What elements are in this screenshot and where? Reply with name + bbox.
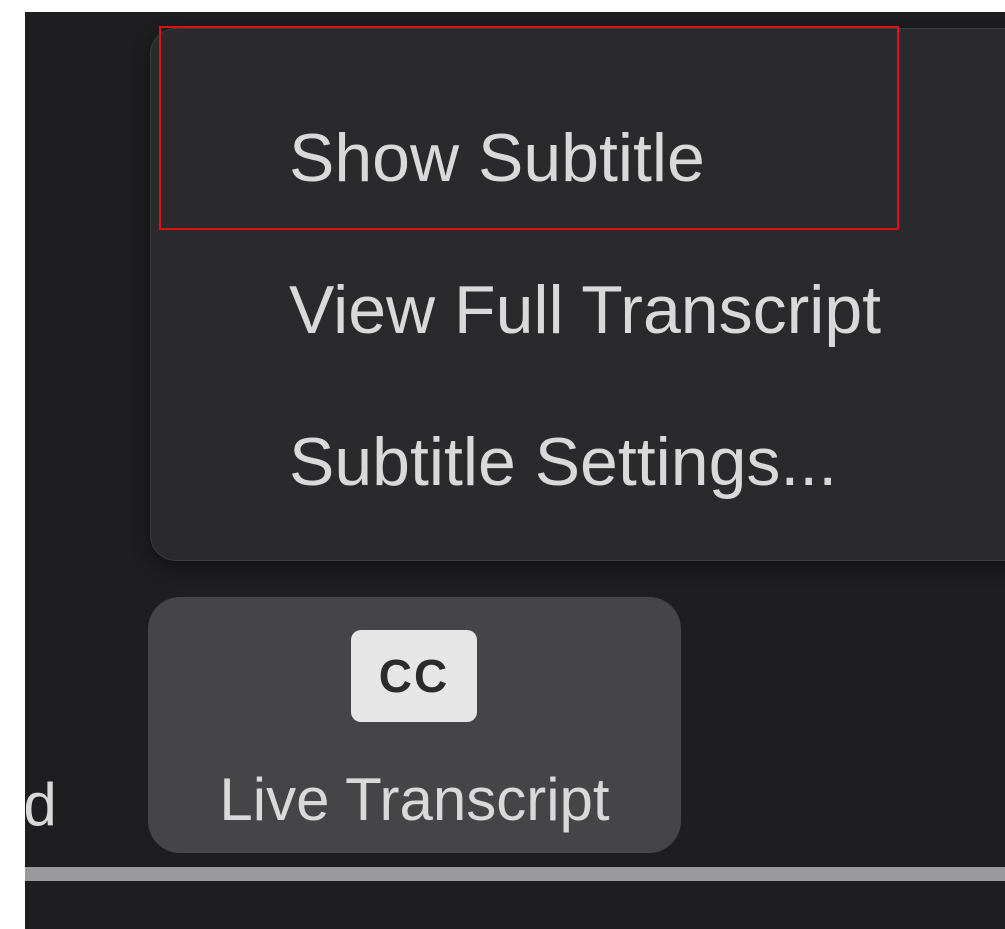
toolbar-bottom-strip [25,881,1005,929]
live-transcript-label: Live Transcript [219,766,610,833]
menu-item-show-subtitle[interactable]: Show Subtitle [289,118,705,198]
toolbar-divider [25,867,1005,881]
live-transcript-menu: Show Subtitle View Full Transcript Subti… [150,28,1005,561]
live-transcript-button[interactable]: CC Live Transcript [148,597,681,853]
menu-item-subtitle-settings[interactable]: Subtitle Settings... [289,422,837,502]
menu-item-view-full-transcript[interactable]: View Full Transcript [289,270,881,350]
meeting-window: Show Subtitle View Full Transcript Subti… [25,12,1005,929]
closed-captions-icon: CC [351,630,477,722]
previous-toolbar-button-label[interactable]: nd [25,770,57,840]
